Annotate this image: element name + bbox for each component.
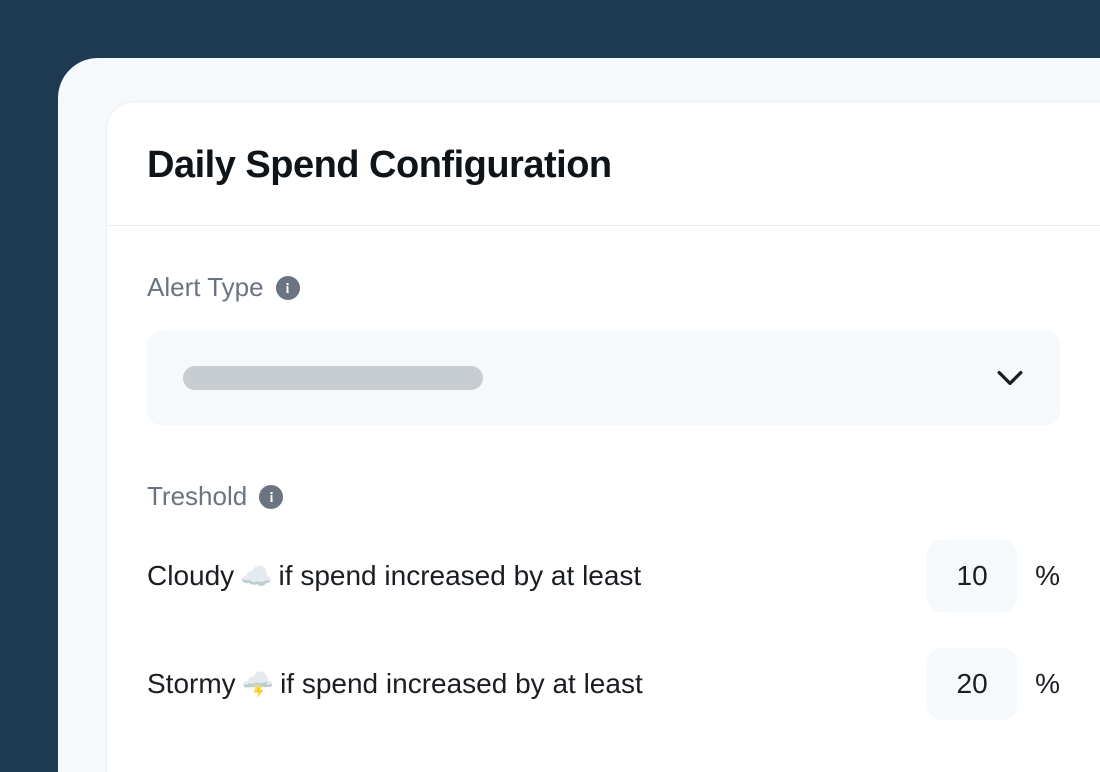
outer-panel: Daily Spend Configuration Alert Type Tre… [58,58,1100,772]
threshold-label-row: Treshold [147,481,1060,512]
storm-icon: 🌩️ [242,669,274,700]
threshold-value-input[interactable]: 10 [927,540,1017,612]
threshold-suffix: if spend increased by at least [280,668,643,700]
cloud-icon: ☁️ [240,561,272,592]
info-icon[interactable] [276,276,300,300]
config-card: Daily Spend Configuration Alert Type Tre… [106,101,1100,772]
info-icon[interactable] [259,485,283,509]
card-body: Alert Type Treshold Cloudy ☁️ [107,226,1100,720]
threshold-text: Stormy 🌩️ if spend increased by at least [147,668,643,700]
card-header: Daily Spend Configuration [107,102,1100,226]
threshold-row-cloudy: Cloudy ☁️ if spend increased by at least… [147,540,1060,612]
card-title: Daily Spend Configuration [147,144,1060,187]
threshold-suffix: if spend increased by at least [279,560,642,592]
alert-type-select[interactable] [147,331,1060,425]
threshold-value-group: 10 % [927,540,1060,612]
select-placeholder [183,366,483,390]
threshold-text: Cloudy ☁️ if spend increased by at least [147,560,641,592]
threshold-prefix: Stormy [147,668,236,700]
threshold-value-group: 20 % [927,648,1060,720]
unit-label: % [1035,560,1060,592]
threshold-row-stormy: Stormy 🌩️ if spend increased by at least… [147,648,1060,720]
threshold-prefix: Cloudy [147,560,234,592]
threshold-label: Treshold [147,481,247,512]
chevron-down-icon [996,364,1024,392]
threshold-value-input[interactable]: 20 [927,648,1017,720]
unit-label: % [1035,668,1060,700]
alert-type-label: Alert Type [147,272,264,303]
alert-type-label-row: Alert Type [147,272,1060,303]
